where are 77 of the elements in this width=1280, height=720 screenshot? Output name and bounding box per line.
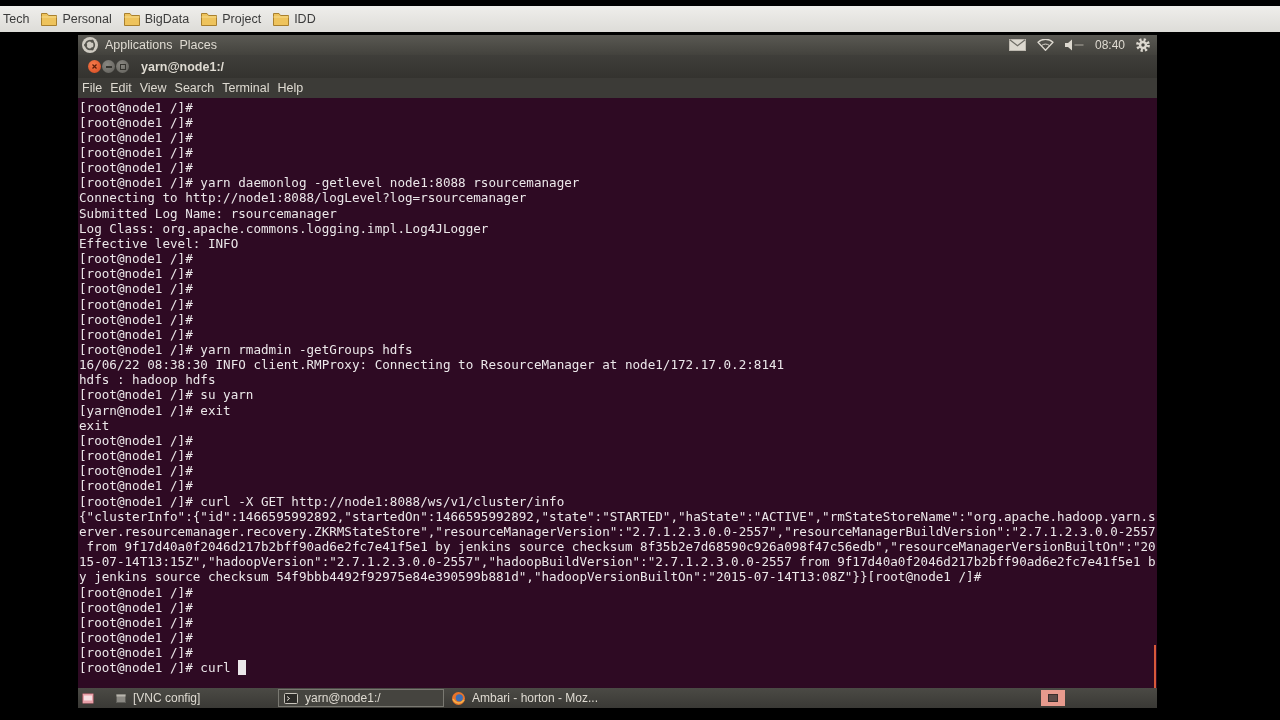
terminal-line: [root@node1 /]# — [79, 129, 193, 145]
terminal-line: Log Class: org.apache.commons.logging.impl.Log4JLogger — [79, 220, 489, 236]
bookmark-link[interactable]: BigData — [123, 12, 190, 26]
wifi-icon[interactable] — [1036, 39, 1054, 51]
menu-item[interactable]: Search — [174, 81, 215, 95]
gear-icon[interactable] — [1136, 38, 1150, 52]
menu-item[interactable]: View — [139, 81, 167, 95]
terminal-line: [root@node1 /]# — [79, 463, 193, 479]
panel-clock[interactable]: 08:40 — [1094, 38, 1125, 52]
terminal-line: {"clusterInfo":{"id":1466595992892,"startedOn":1466595992892,"state":"STARTED","haState":"ACTIVE","rmStateStoreName":"org.apache.hadoop.yarn.s — [79, 508, 1156, 524]
terminal-line: [root@node1 /]# — [79, 629, 193, 646]
maximize-icon — [119, 63, 126, 70]
desktop-icon[interactable] — [82, 692, 94, 704]
menu-item[interactable]: Terminal — [222, 81, 270, 95]
close-icon — [92, 64, 97, 69]
terminal-line: [yarn@node1 /]# exit — [79, 402, 231, 418]
bookmark-link[interactable]: IDD — [273, 12, 316, 26]
terminal-line: [root@node1 /]# su yarn — [79, 387, 254, 403]
menu-item[interactable]: File — [82, 81, 103, 95]
terminal-line: [root@node1 /]# — [79, 144, 193, 161]
panel-menu[interactable]: Places — [179, 38, 217, 52]
taskbar-button[interactable]: yarn@node1:/ — [278, 689, 444, 707]
terminal-line: [root@node1 /]# — [79, 114, 193, 130]
folder-icon — [201, 12, 218, 26]
terminal-line: [root@node1 /]# — [79, 160, 193, 176]
terminal-line: [root@node1 /]# — [79, 448, 193, 464]
terminal-line: [root@node1 /]# — [79, 251, 193, 267]
taskbar-button[interactable]: Ambari - horton - Moz... — [446, 689, 612, 707]
mail-icon[interactable] — [1008, 39, 1026, 51]
terminal-line: hdfs : hadoop hdfs — [79, 372, 216, 388]
terminal-line: Effective level: INFO — [79, 235, 239, 252]
terminal-line: [root@node1 /]# — [79, 478, 193, 494]
minimize-button[interactable] — [102, 60, 115, 73]
terminal-icon — [284, 692, 298, 704]
maximize-button[interactable] — [116, 60, 129, 73]
terminal-line: [root@node1 /]# curl -X GET http://node1:8088/ws/v1/cluster/info — [79, 493, 565, 509]
terminal-line: [root@node1 /]# — [79, 326, 193, 342]
terminal-line: [root@node1 /]# yarn daemonlog -getlevel node1:8088 rsourcemanager — [79, 175, 580, 191]
terminal-line: [root@node1 /]# curl — [79, 660, 231, 676]
terminal-line: erver.resourcemanager.recovery.ZKRMStateStore","resourceManagerVersion":"2.7.1.2.3.0.0-2557","resourceManagerBuildVersion":"2.7.1.2.3.0.0-2557 — [79, 523, 1156, 540]
workspace-icon[interactable] — [1041, 690, 1065, 706]
terminal-line: [root@node1 /]# — [79, 432, 193, 449]
terminal-line: [root@node1 /]# — [79, 99, 193, 115]
terminal-line: [root@node1 /]# — [79, 599, 193, 615]
window-title: yarn@node1:/ — [141, 59, 225, 74]
bookmark-link[interactable]: Project — [201, 12, 262, 26]
terminal-line: Submitted Log Name: rsourcemanager — [79, 205, 337, 221]
menu-item[interactable]: Edit — [110, 81, 132, 95]
logo-icon[interactable] — [82, 37, 98, 53]
window-icon — [116, 693, 126, 703]
menu-item[interactable]: Help — [277, 81, 304, 95]
terminal-line: Connecting to http://node1:8088/logLevel?log=rsourcemanager — [79, 190, 527, 206]
close-button[interactable] — [88, 60, 101, 73]
terminal-line: [root@node1 /]# — [79, 281, 193, 297]
terminal-line: [root@node1 /]# — [79, 266, 193, 282]
minimize-icon — [105, 65, 112, 68]
folder-icon — [273, 12, 290, 26]
globe-icon — [452, 691, 465, 705]
terminal-line: y jenkins source checksum 54f9bbb4492f92975e84e390599b881d","hadoopVersionBuiltOn":"2015-07-14T13:08Z"}}[root@node1 /]# — [79, 569, 982, 585]
terminal-line: [root@node1 /]# — [79, 645, 193, 661]
terminal-line: [root@node1 /]# — [79, 311, 193, 327]
terminal-line: 15-07-14T13:15Z","hadoopVersion":"2.7.1.2.3.0.0-2557","hadoopBuildVersion":"2.7.1.2.3.0.0-2557 from 9f17d40a0f2046d217b2bff90ad6e2fc7e41f5e1 b — [79, 554, 1156, 570]
folder-icon — [41, 12, 58, 26]
bookmark-link[interactable]: Tech — [3, 12, 30, 26]
terminal-line: from 9f17d40a0f2046d217b2bff90ad6e2fc7e41f5e1 by jenkins source checksum 8f35b2e7d68590c926a098f47c56edb","resourceManagerVersionBuiltOn":"20 — [85, 539, 1156, 555]
terminal-line: [root@node1 /]# — [79, 614, 193, 630]
scrollbar-thumb[interactable] — [1154, 645, 1156, 688]
taskbar-button[interactable]: [VNC config] — [110, 689, 276, 707]
folder-icon — [123, 12, 140, 26]
speaker-icon[interactable] — [1064, 39, 1084, 51]
bookmark-link[interactable]: Personal — [41, 12, 112, 26]
terminal-line: exit — [79, 417, 110, 433]
terminal-line: [root@node1 /]# yarn rmadmin -getGroups hdfs — [79, 342, 413, 358]
terminal-line: [root@node1 /]# — [79, 584, 193, 600]
terminal-line: [root@node1 /]# — [79, 296, 193, 312]
panel-menu[interactable]: Applications — [105, 38, 173, 52]
terminal-line: 16/06/22 08:38:30 INFO client.RMProxy: Connecting to ResourceManager at node1/172.17.0.2:8141 — [79, 357, 785, 373]
